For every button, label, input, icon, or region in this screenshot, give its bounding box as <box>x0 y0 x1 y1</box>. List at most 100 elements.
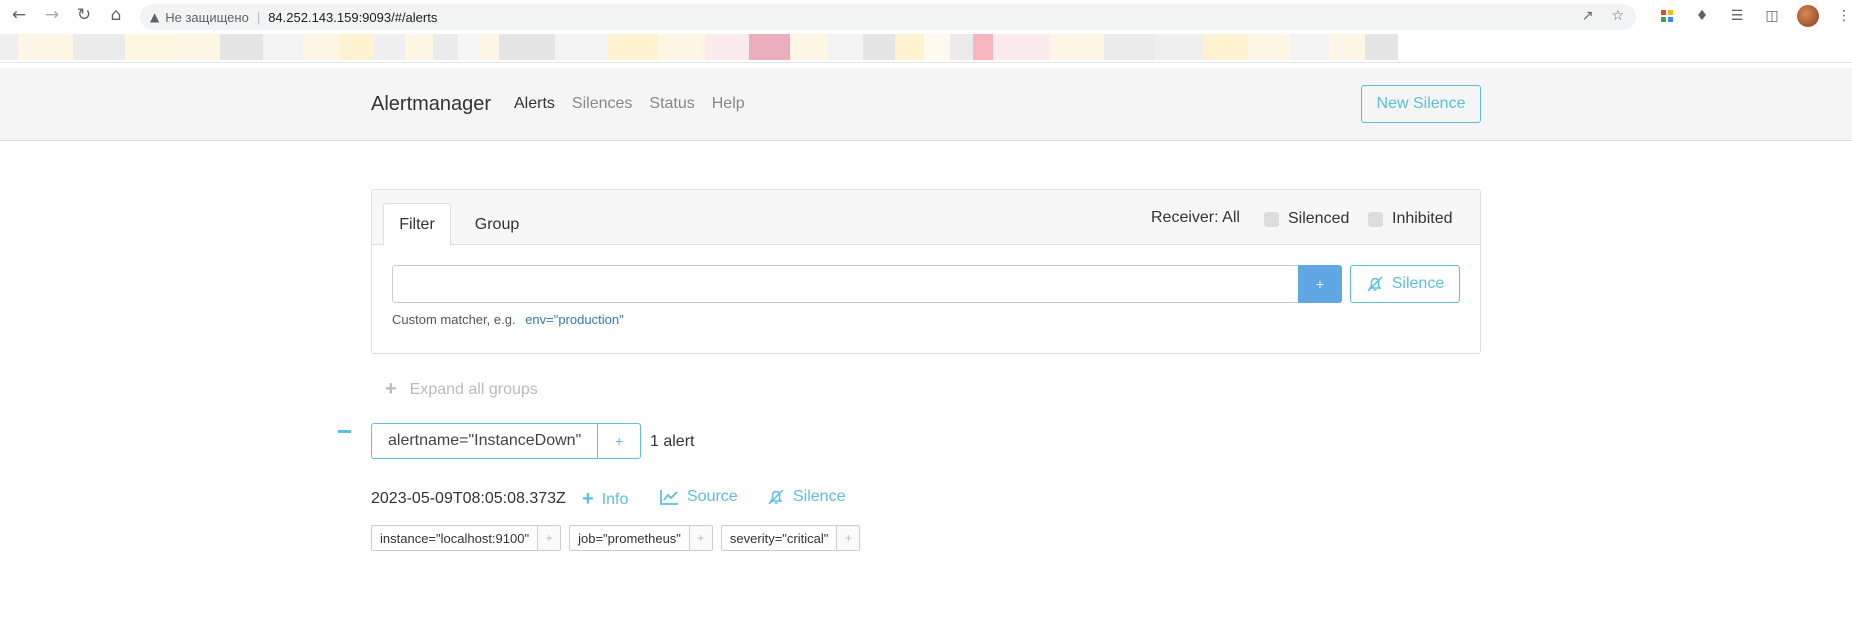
bell-slash-icon <box>1366 275 1384 293</box>
back-icon[interactable]: ← <box>9 5 29 25</box>
tab-group[interactable]: Group <box>467 203 527 246</box>
extensions-puzzle-icon[interactable]: ♦ <box>1692 6 1712 26</box>
bookmark-blur-block <box>1248 34 1290 60</box>
nav-help[interactable]: Help <box>712 95 745 113</box>
reading-list-icon[interactable]: ☰ <box>1727 6 1747 26</box>
silenced-checkbox-box[interactable] <box>1264 211 1279 227</box>
filter-silence-label: Silence <box>1391 275 1445 292</box>
menu-kebab-icon[interactable]: ⋮ <box>1834 6 1852 26</box>
info-button[interactable]: + Info <box>582 488 628 511</box>
collapse-group-icon[interactable] <box>338 430 351 433</box>
bookmarks-strip-blurred <box>0 34 1852 60</box>
inhibited-label: Inhibited <box>1392 210 1453 227</box>
alert-labels: instance="localhost:9100" + job="prometh… <box>371 525 861 551</box>
matcher-hint: Custom matcher, e.g. env="production" <box>392 312 624 327</box>
label-chip-text[interactable]: severity="critical" <box>722 526 838 550</box>
omnibox-separator: | <box>256 9 261 25</box>
bookmark-blur-block <box>174 34 220 60</box>
label-add-filter-button[interactable]: + <box>837 526 860 550</box>
bookmark-blur-block <box>499 34 555 60</box>
expand-all-groups[interactable]: + Expand all groups <box>385 378 538 401</box>
bookmark-blur-block <box>863 34 895 60</box>
filter-silence-button[interactable]: Silence <box>1350 265 1460 303</box>
nav-status[interactable]: Status <box>649 95 694 113</box>
bell-slash-icon <box>767 488 785 506</box>
bookmark-blur-block <box>125 34 174 60</box>
home-icon[interactable]: ⌂ <box>106 5 126 25</box>
label-add-filter-button[interactable]: + <box>538 526 561 550</box>
bookmark-blur-block <box>1104 34 1155 60</box>
share-icon[interactable]: ↗ <box>1582 8 1594 24</box>
bookmark-blur-block <box>790 34 828 60</box>
bookmark-blur-block <box>1290 34 1329 60</box>
bookmark-blur-block <box>73 34 125 60</box>
extension-color-icon[interactable] <box>1657 6 1677 26</box>
source-button[interactable]: Source <box>660 488 738 506</box>
source-label: Source <box>687 488 738 505</box>
label-chip: instance="localhost:9100" + <box>371 525 562 551</box>
new-silence-button[interactable]: New Silence <box>1361 85 1481 123</box>
filter-card-header: Filter Group Receiver: All Silenced Inhi… <box>372 190 1480 246</box>
group-add-filter-button[interactable]: + <box>598 424 640 458</box>
label-chip-text[interactable]: instance="localhost:9100" <box>372 526 539 550</box>
bookmark-blur-block <box>950 34 973 60</box>
browser-toolbar: ← → ↻ ⌂ ▲ Не защищено | 84.252.143.159:9… <box>0 0 1852 31</box>
inhibited-checkbox-box[interactable] <box>1368 211 1383 227</box>
bookmark-blur-block <box>433 34 458 60</box>
bookmark-blur-block <box>1050 34 1104 60</box>
expand-all-label: Expand all groups <box>409 380 538 398</box>
silenced-checkbox[interactable]: Silenced <box>1264 210 1349 228</box>
bookmark-blur-block <box>0 34 18 60</box>
reload-icon[interactable]: ↻ <box>74 5 94 25</box>
tab-filter[interactable]: Filter <box>383 203 451 246</box>
filter-card: Filter Group Receiver: All Silenced Inhi… <box>371 189 1481 354</box>
nav-silences[interactable]: Silences <box>572 95 632 113</box>
nav-alerts[interactable]: Alerts <box>514 95 555 113</box>
nav-links: Alerts Silences Status Help <box>514 95 745 113</box>
address-bar[interactable]: ▲ Не защищено | 84.252.143.159:9093/#/al… <box>140 4 1636 30</box>
bookmark-blur-block <box>658 34 705 60</box>
bookmark-blur-block <box>458 34 480 60</box>
group-label[interactable]: alertname="InstanceDown" <box>372 424 599 458</box>
bookmark-blur-block <box>303 34 340 60</box>
bookmark-blur-block <box>1329 34 1365 60</box>
url-text: 84.252.143.159:9093/#/alerts <box>268 9 438 25</box>
bookmarks-bar <box>0 31 1852 63</box>
forward-icon[interactable]: → <box>42 5 62 25</box>
bookmark-blur-block <box>993 34 1050 60</box>
alert-silence-label: Silence <box>793 488 846 505</box>
plus-icon: + <box>385 378 397 400</box>
alert-silence-button[interactable]: Silence <box>767 488 845 506</box>
bookmark-blur-block <box>18 34 73 60</box>
bookmark-blur-block <box>828 34 863 60</box>
bookmark-blur-block <box>220 34 263 60</box>
bookmark-blur-block <box>705 34 749 60</box>
warning-icon: ▲ <box>150 10 160 24</box>
add-filter-button[interactable]: + <box>1298 265 1342 303</box>
hint-example-link[interactable]: env="production" <box>525 312 624 327</box>
label-chip: severity="critical" + <box>720 525 861 551</box>
label-add-filter-button[interactable]: + <box>689 526 712 550</box>
inhibited-checkbox[interactable]: Inhibited <box>1368 210 1453 228</box>
side-panel-icon[interactable]: ◫ <box>1762 6 1782 26</box>
bookmark-blur-block <box>924 34 950 60</box>
silenced-label: Silenced <box>1288 210 1350 227</box>
label-chip-text[interactable]: job="prometheus" <box>570 526 690 550</box>
bookmark-blur-block <box>1203 34 1248 60</box>
bookmark-blur-block <box>405 34 433 60</box>
alert-count: 1 alert <box>650 433 695 450</box>
bookmark-blur-block <box>340 34 374 60</box>
bookmark-blur-block <box>895 34 924 60</box>
line-chart-icon <box>660 489 679 505</box>
filter-input[interactable] <box>392 265 1299 303</box>
bookmark-blur-block <box>374 34 405 60</box>
receiver-select[interactable]: Receiver: All <box>1151 209 1240 227</box>
bookmark-blur-block <box>263 34 303 60</box>
plus-icon: + <box>582 488 594 510</box>
bookmark-star-icon[interactable]: ☆ <box>1611 8 1624 24</box>
brand[interactable]: Alertmanager <box>371 93 491 116</box>
bookmark-blur-block <box>973 34 993 60</box>
bookmark-blur-block <box>749 34 790 60</box>
bookmark-blur-block <box>1155 34 1203 60</box>
profile-avatar[interactable] <box>1797 5 1819 27</box>
